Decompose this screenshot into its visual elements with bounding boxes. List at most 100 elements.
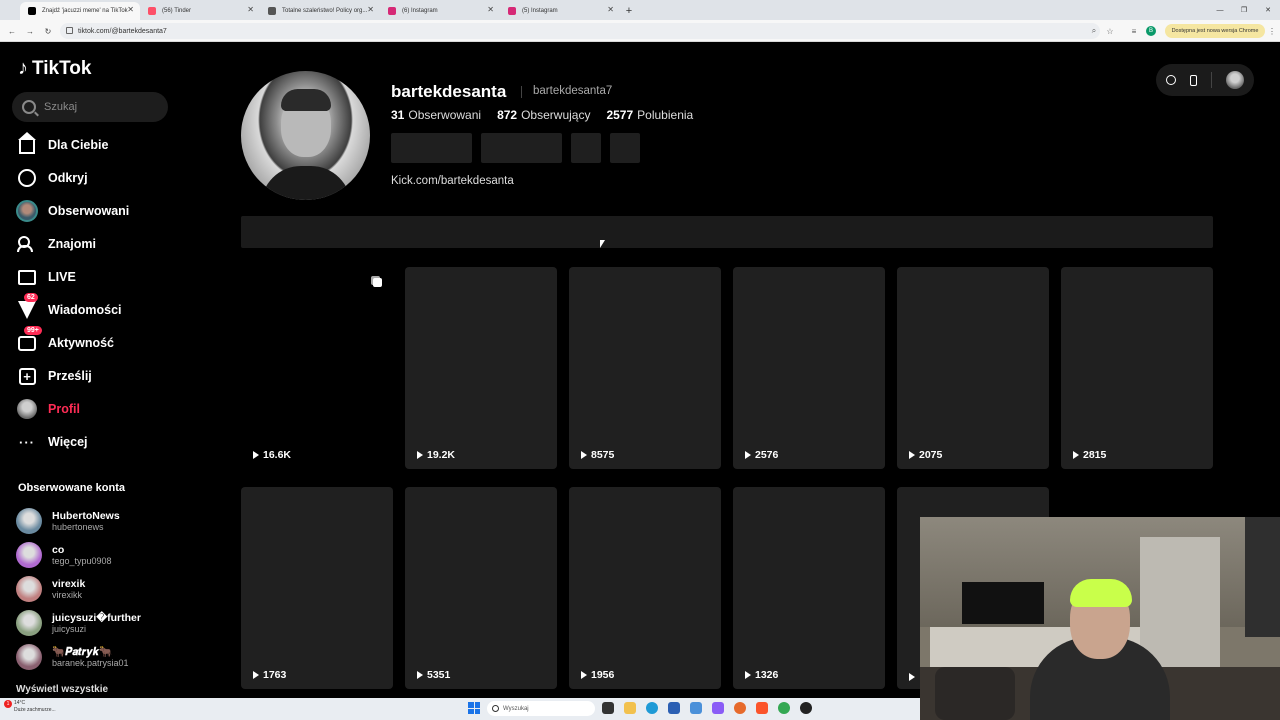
file-explorer-icon[interactable] xyxy=(624,702,636,714)
account-handle: tego_typu0908 xyxy=(52,555,112,566)
message-button-placeholder[interactable] xyxy=(481,133,562,163)
followed-account[interactable]: virexik virexikk xyxy=(16,574,186,604)
figma-icon[interactable] xyxy=(712,702,724,714)
view-count-text: 19.2K xyxy=(427,449,456,461)
followed-account[interactable]: 🐂𝑷𝒂𝒕𝒓𝒚𝒌🐂 baranek.patrysia01 xyxy=(16,642,186,672)
chrome-icon[interactable] xyxy=(778,702,790,714)
play-icon xyxy=(745,451,751,459)
followed-account[interactable]: juicysuzi�further juicysuzi xyxy=(16,608,186,638)
sidebar-item-aktywnos-c-[interactable]: 99+ Aktywność xyxy=(16,326,186,356)
followed-account[interactable]: HubertoNews hubertonews xyxy=(16,506,186,536)
windows-start-icon[interactable] xyxy=(468,702,480,714)
sidebar-item-wie-cej[interactable]: ··· Więcej xyxy=(16,429,186,455)
view-count-text: 1326 xyxy=(755,669,779,681)
sidebar-item-dla-ciebie[interactable]: Dla Ciebie xyxy=(16,132,186,158)
video-thumbnail[interactable]: 19.2K xyxy=(405,267,557,469)
close-window-button[interactable]: ✕ xyxy=(1256,0,1280,20)
sidebar-item-znajomi[interactable]: Znajomi xyxy=(16,231,186,257)
follow-button-placeholder[interactable] xyxy=(391,133,472,163)
back-button[interactable]: ← xyxy=(6,25,18,37)
minimize-button[interactable]: — xyxy=(1208,0,1232,20)
more-icon: ··· xyxy=(19,434,35,450)
webcam-tv xyxy=(962,582,1044,624)
video-thumbnail[interactable]: 8575 xyxy=(569,267,721,469)
browser-tab[interactable]: (5) Instagram ✕ xyxy=(500,2,620,20)
bookmark-star-icon[interactable]: ☆ xyxy=(1104,25,1116,37)
video-thumbnail[interactable]: 2075 xyxy=(897,267,1049,469)
coins-icon[interactable] xyxy=(1166,75,1176,85)
weather-widget[interactable]: 14°C Duże zachmurze... xyxy=(14,700,56,714)
following-stat[interactable]: 31 Obserwowani xyxy=(391,108,481,122)
url-field[interactable]: tiktok.com/@bartekdesanta7 xyxy=(60,23,1100,39)
share-button-placeholder[interactable] xyxy=(610,133,640,163)
sidebar-item-label: Obserwowani xyxy=(48,204,130,218)
messages-icon: 62 xyxy=(16,293,38,321)
tab-close-icon[interactable]: ✕ xyxy=(607,5,614,14)
video-thumbnail[interactable]: 2576 xyxy=(733,267,885,469)
sidebar-item-przes-lij[interactable]: + Prześlij xyxy=(16,363,186,389)
firefox-icon[interactable] xyxy=(734,702,746,714)
view-count: 2075 xyxy=(909,449,942,461)
search-input[interactable] xyxy=(44,101,154,113)
edge-icon[interactable] xyxy=(646,702,658,714)
upload-icon: + xyxy=(16,365,38,387)
site-info-icon[interactable] xyxy=(66,27,73,34)
video-thumbnail[interactable]: 1763 xyxy=(241,487,393,689)
tab-close-icon[interactable]: ✕ xyxy=(127,5,134,14)
reload-button[interactable]: ↻ xyxy=(42,25,54,37)
video-thumbnail[interactable]: 16.6K xyxy=(241,267,393,469)
chrome-menu-icon[interactable]: ⋮ xyxy=(1266,25,1278,37)
show-all-link[interactable]: Wyświetl wszystkie xyxy=(16,684,196,696)
followed-account[interactable]: co tego_typu0908 xyxy=(16,540,186,570)
forward-button[interactable]: → xyxy=(24,25,36,37)
video-thumbnail[interactable]: 5351 xyxy=(405,487,557,689)
extensions-icon[interactable]: ≡ xyxy=(1128,25,1140,37)
sidebar-item-obserwowani[interactable]: Obserwowani xyxy=(16,198,186,224)
view-count-text: 1763 xyxy=(263,669,287,681)
chrome-update-button[interactable]: Dostępna jest nowa wersja Chrome xyxy=(1165,24,1265,38)
account-handle: baranek.patrysia01 xyxy=(52,657,129,668)
taskbar-search[interactable]: Wyszukaj xyxy=(487,701,595,716)
profile-avatar[interactable] xyxy=(241,71,370,200)
tab-favicon-icon xyxy=(268,7,276,15)
bio-link[interactable]: Kick.com/bartekdesanta xyxy=(391,175,514,187)
obs-icon[interactable] xyxy=(800,702,812,714)
zoom-icon[interactable]: ⌕ xyxy=(1088,25,1100,37)
profile-account-icon[interactable]: B xyxy=(1146,26,1156,36)
sidebar-item-odkryj[interactable]: Odkryj xyxy=(16,165,186,191)
video-thumbnail[interactable]: 2815 xyxy=(1061,267,1213,469)
browser-tab[interactable]: Totalne szaleństwo! Policy org... ✕ xyxy=(260,2,380,20)
browser-tab[interactable]: Znajdź 'jacuzzi meme' na TikTok ✕ xyxy=(20,2,140,20)
sidebar: ♪ TikTok Dla Ciebie Odkryj Obserwowani Z… xyxy=(0,44,200,696)
suggest-button-placeholder[interactable] xyxy=(571,133,601,163)
search-box[interactable] xyxy=(12,92,168,122)
new-tab-button[interactable]: + xyxy=(620,2,638,20)
brave-icon[interactable] xyxy=(756,702,768,714)
sidebar-item-live[interactable]: LIVE xyxy=(16,264,186,290)
sidebar-item-label: Odkryj xyxy=(48,171,88,185)
followers-stat[interactable]: 872 Obserwujący xyxy=(497,108,590,122)
top-right-divider xyxy=(1211,72,1212,88)
sidebar-item-profil[interactable]: Profil xyxy=(16,396,186,422)
view-count-text: 2075 xyxy=(919,449,943,461)
tab-close-icon[interactable]: ✕ xyxy=(247,5,254,14)
get-app-icon[interactable] xyxy=(1190,74,1197,86)
mail-icon[interactable] xyxy=(690,702,702,714)
followers-count: 872 xyxy=(497,108,518,122)
webcam-overlay xyxy=(920,517,1280,720)
browser-tab[interactable]: (56) Tinder ✕ xyxy=(140,2,260,20)
tab-close-icon[interactable]: ✕ xyxy=(487,5,494,14)
tab-title: Znajdź 'jacuzzi meme' na TikTok xyxy=(42,8,128,14)
maximize-button[interactable]: ❐ xyxy=(1232,0,1256,20)
video-thumbnail[interactable]: 1956 xyxy=(569,487,721,689)
tab-close-icon[interactable]: ✕ xyxy=(367,5,374,14)
video-thumbnail[interactable]: 1326 xyxy=(733,487,885,689)
tiktok-logo[interactable]: ♪ TikTok xyxy=(18,57,91,80)
task-view-icon[interactable] xyxy=(602,702,614,714)
browser-tab[interactable]: (6) Instagram ✕ xyxy=(380,2,500,20)
sidebar-item-wiadomos-ci[interactable]: 62 Wiadomości xyxy=(16,293,186,323)
account-avatar[interactable] xyxy=(1226,71,1244,89)
store-icon[interactable] xyxy=(668,702,680,714)
account-name: HubertoNews xyxy=(52,509,120,522)
play-icon xyxy=(909,673,915,681)
